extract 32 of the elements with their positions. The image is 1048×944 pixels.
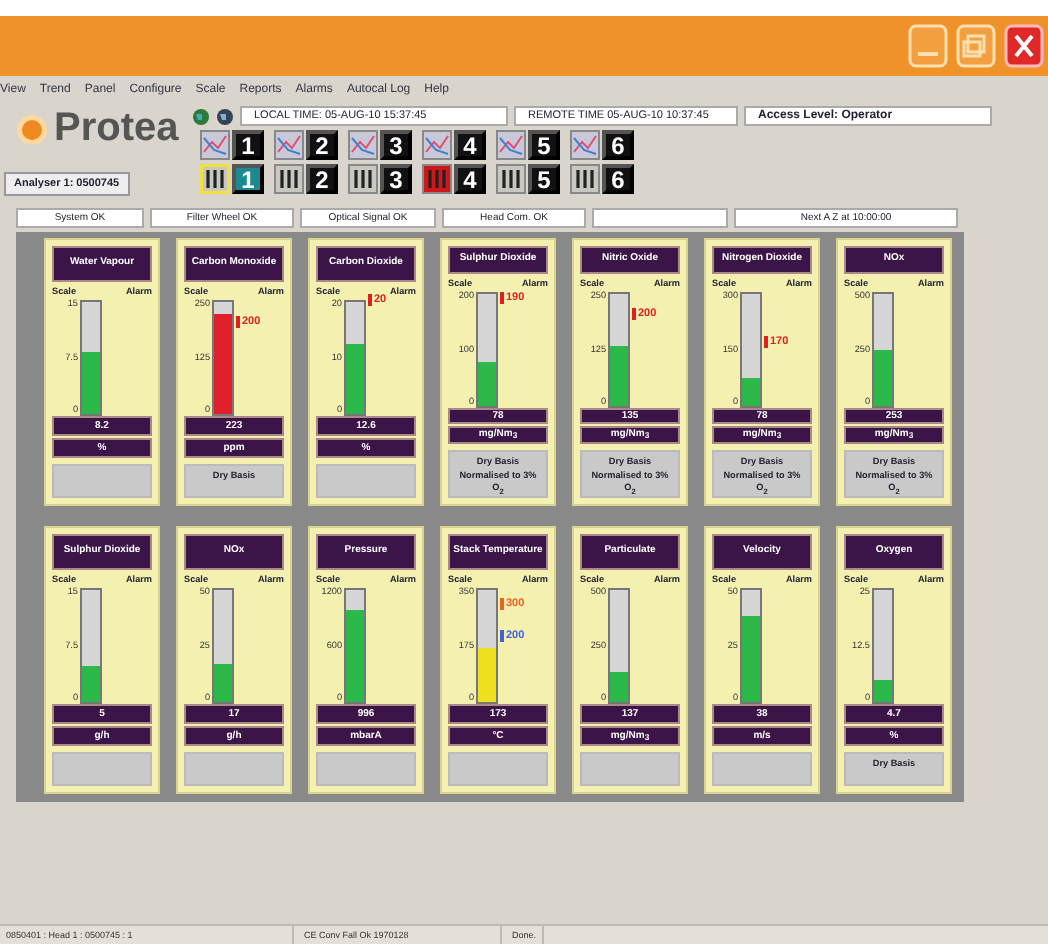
trend-button[interactable]: 6	[602, 130, 634, 160]
trend-button[interactable]: 2	[306, 130, 338, 160]
trend-button[interactable]: 1	[232, 130, 264, 160]
empty-status-field	[592, 208, 728, 228]
close-button[interactable]	[1004, 24, 1044, 68]
trend-button[interactable]: 5	[528, 130, 560, 160]
notes-panel	[52, 752, 152, 786]
notes-panel	[712, 752, 812, 786]
logo-text: Protea	[54, 106, 179, 152]
head-button[interactable]: 4	[454, 164, 486, 194]
bars-icon[interactable]	[570, 164, 600, 194]
head-button[interactable]: 1	[232, 164, 264, 194]
bars-icon[interactable]	[496, 164, 526, 194]
notes-panel	[52, 464, 152, 498]
trend-button[interactable]: 4	[454, 130, 486, 160]
globe-icon[interactable]	[192, 107, 210, 125]
minimize-button[interactable]	[908, 24, 948, 68]
head-button[interactable]: 3	[380, 164, 412, 194]
bars-icon[interactable]	[274, 164, 304, 194]
notes-panel	[184, 752, 284, 786]
notes-panel	[316, 752, 416, 786]
head-button[interactable]: 2	[306, 164, 338, 194]
head-button[interactable]: 5	[528, 164, 560, 194]
notes-panel	[580, 752, 680, 786]
bars-icon[interactable]	[348, 164, 378, 194]
globe-icon[interactable]	[216, 107, 234, 125]
head-button[interactable]: 6	[602, 164, 634, 194]
trend-button[interactable]: 3	[380, 130, 412, 160]
sun-logo-icon	[16, 113, 48, 145]
trend-chart-icon[interactable]	[422, 130, 452, 160]
notes-panel	[316, 464, 416, 498]
notes-panel	[448, 752, 548, 786]
